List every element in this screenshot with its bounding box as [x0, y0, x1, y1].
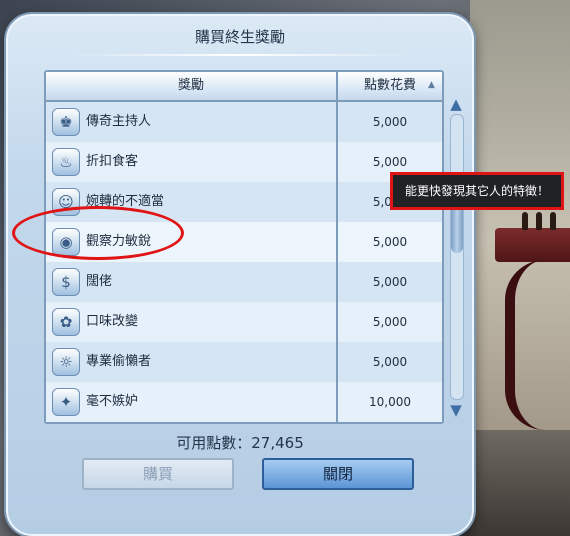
scrollbar[interactable] — [450, 114, 464, 400]
rewards-list: ♚ 傳奇主持人 5,000 ♨ 折扣食客 5,000 ☺ 婉轉的不適當 5,00… — [46, 102, 442, 422]
reward-cost: 5,000 — [372, 115, 408, 129]
reward-name: 專業偷懶者 — [86, 354, 152, 369]
tooltip-text: 能更快發現其它人的特徵！ — [404, 184, 549, 198]
table-row[interactable]: ♨ 折扣食客 5,000 — [46, 142, 442, 182]
column-header-reward[interactable]: 獎勵 — [46, 72, 336, 100]
table-header: 獎勵 點數花費 ▲ — [46, 72, 442, 102]
rich-icon: $ — [52, 268, 80, 296]
chess-piece — [522, 212, 528, 230]
table-row[interactable]: ♚ 傳奇主持人 5,000 — [46, 102, 442, 142]
scroll-up-icon[interactable]: ▲ — [446, 96, 466, 112]
background-table-leg — [505, 260, 557, 430]
sort-ascending-icon[interactable]: ▲ — [428, 80, 435, 90]
table-row[interactable]: $ 闊佬 5,000 — [46, 262, 442, 302]
unjealous-icon: ✦ — [52, 388, 80, 416]
column-divider — [336, 102, 338, 422]
buy-button[interactable]: 購買 — [82, 458, 234, 490]
reward-cost: 5,000 — [372, 235, 408, 249]
chess-piece — [536, 212, 542, 230]
host-icon: ♚ — [52, 108, 80, 136]
diner-icon: ♨ — [52, 148, 80, 176]
reward-cost: 5,000 — [372, 355, 408, 369]
reward-name: 折扣食客 — [86, 154, 139, 169]
reward-name: 毫不嫉妒 — [86, 394, 139, 409]
table-row[interactable]: ✦ 毫不嫉妒 10,000 — [46, 382, 442, 422]
close-button[interactable]: 關閉 — [262, 458, 414, 490]
column-header-cost[interactable]: 點數花費 — [338, 72, 442, 100]
reward-cost: 10,000 — [369, 395, 411, 409]
available-points: 可用點數：27,465 — [176, 434, 304, 452]
purchase-rewards-dialog: 購買終生獎勵 獎勵 點數花費 ▲ ♚ 傳奇主持人 5,000 ♨ 折扣食客 5,… — [6, 14, 474, 536]
table-row[interactable]: ☼ 專業偷懶者 5,000 — [46, 342, 442, 382]
dialog-title: 購買終生獎勵 — [194, 28, 285, 46]
reward-name: 口味改變 — [86, 314, 139, 329]
slacker-icon: ☼ — [52, 348, 80, 376]
reward-name: 傳奇主持人 — [86, 114, 152, 129]
tooltip: 能更快發現其它人的特徵！ — [390, 172, 564, 210]
table-row[interactable]: ✿ 口味改變 5,000 — [46, 302, 442, 342]
reward-cost: 5,000 — [372, 275, 408, 289]
reward-cost: 5,000 — [372, 315, 408, 329]
background-floor — [470, 430, 570, 536]
taste-icon: ✿ — [52, 308, 80, 336]
chess-piece — [550, 212, 556, 230]
scroll-down-icon[interactable]: ▼ — [446, 402, 466, 418]
reward-name: 闊佬 — [86, 274, 113, 289]
title-divider — [64, 54, 416, 56]
highlight-annotation — [12, 206, 184, 260]
background-chess-table — [495, 228, 570, 262]
